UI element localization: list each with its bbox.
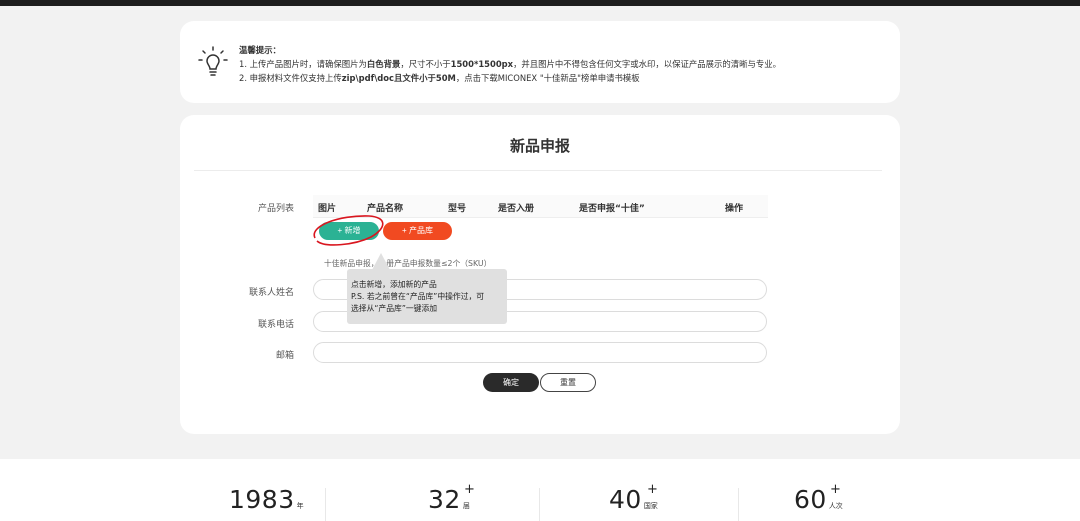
stat-editions: 32 届 + — [428, 482, 475, 514]
lightbulb-icon — [198, 46, 228, 76]
divider — [194, 170, 882, 171]
tooltip-line: 选择从“产品库”一键添加 — [351, 304, 438, 313]
stat-unit: 年 — [296, 502, 304, 510]
stat-unit: 届 — [462, 502, 470, 510]
notice-line-1: 1. 上传产品图片时，请确保图片为白色背景，尺寸不小于1500*1500px，并… — [239, 57, 781, 71]
stat-plus: + — [464, 482, 475, 497]
notice-line-2: 2. 申报材料文件仅支持上传zip\pdf\doc且文件小于50M，点击下载MI… — [239, 71, 781, 85]
stat-number: 32 — [428, 485, 461, 514]
stat-unit: 人次 — [828, 502, 843, 510]
stat-divider — [539, 488, 540, 521]
stat-visitors: 60 人次 + — [794, 482, 843, 514]
top-bar — [0, 0, 1080, 6]
tooltip-line: 点击新增，添加新的产品 — [351, 280, 437, 289]
stat-plus: + — [647, 482, 658, 497]
column-header-actions: 操作 — [725, 204, 744, 214]
stats-band — [0, 459, 1080, 521]
email-input[interactable] — [313, 342, 767, 363]
notice-line-1-part: 1. 上传产品图片时，请确保图片为 — [239, 59, 367, 69]
contact-phone-label: 联系电话 — [257, 320, 294, 330]
contact-name-label: 联系人姓名 — [248, 288, 294, 298]
tooltip-arrow — [372, 253, 390, 270]
column-header-model: 型号 — [448, 204, 467, 214]
notice-line-2-part: 2. 申报材料文件仅支持上传 — [239, 73, 342, 83]
product-list-label: 产品列表 — [257, 204, 294, 214]
template-download-link[interactable]: ，点击下载MICONEX "十佳新品"榜单申请书模板 — [456, 73, 640, 83]
stat-divider — [738, 488, 739, 521]
stat-number: 60 — [794, 485, 827, 514]
product-library-button[interactable]: + 产品库 — [383, 222, 452, 240]
notice-card: 温馨提示： 1. 上传产品图片时，请确保图片为白色背景，尺寸不小于1500*15… — [180, 21, 900, 103]
annotation-ellipse — [313, 215, 384, 246]
column-header-in-catalog: 是否入册 — [498, 204, 535, 214]
page-title: 新品申报 — [509, 137, 570, 155]
stat-plus: + — [830, 482, 841, 497]
notice-emphasis-filetypes: zip\pdf\doc且文件小于50M — [341, 73, 456, 83]
tooltip-line: P.S. 若之前曾在“产品库”中操作过，可 — [351, 292, 485, 301]
reset-button[interactable]: 重置 — [540, 373, 596, 392]
notice-line-1-part: ，并且图片中不得包含任何文字或水印，以保证产品展示的清晰与专业。 — [513, 59, 782, 69]
notice-text: 温馨提示： 1. 上传产品图片时，请确保图片为白色背景，尺寸不小于1500*15… — [239, 43, 781, 85]
notice-emphasis-size: 1500*1500px — [450, 59, 514, 69]
email-label: 邮箱 — [275, 351, 294, 361]
column-header-top-ten: 是否申报“十佳” — [579, 204, 645, 214]
notice-title: 温馨提示： — [239, 45, 281, 55]
notice-emphasis-white-bg: 白色背景 — [366, 59, 401, 69]
submission-note: 十佳新品申报，入册产品申报数量≤2个（SKU） — [324, 259, 492, 268]
stat-countries: 40 国家 + — [609, 482, 658, 514]
add-button-tooltip: 点击新增，添加新的产品 P.S. 若之前曾在“产品库”中操作过，可 选择从“产品… — [347, 269, 507, 324]
stat-number: 1983 — [229, 485, 295, 514]
notice-line-1-part: ，尺寸不小于 — [400, 59, 451, 69]
stat-unit: 国家 — [643, 502, 658, 510]
stat-divider — [325, 488, 326, 521]
stat-years: 1983 年 — [229, 485, 304, 514]
confirm-button[interactable]: 确定 — [483, 373, 539, 392]
stat-number: 40 — [609, 485, 642, 514]
